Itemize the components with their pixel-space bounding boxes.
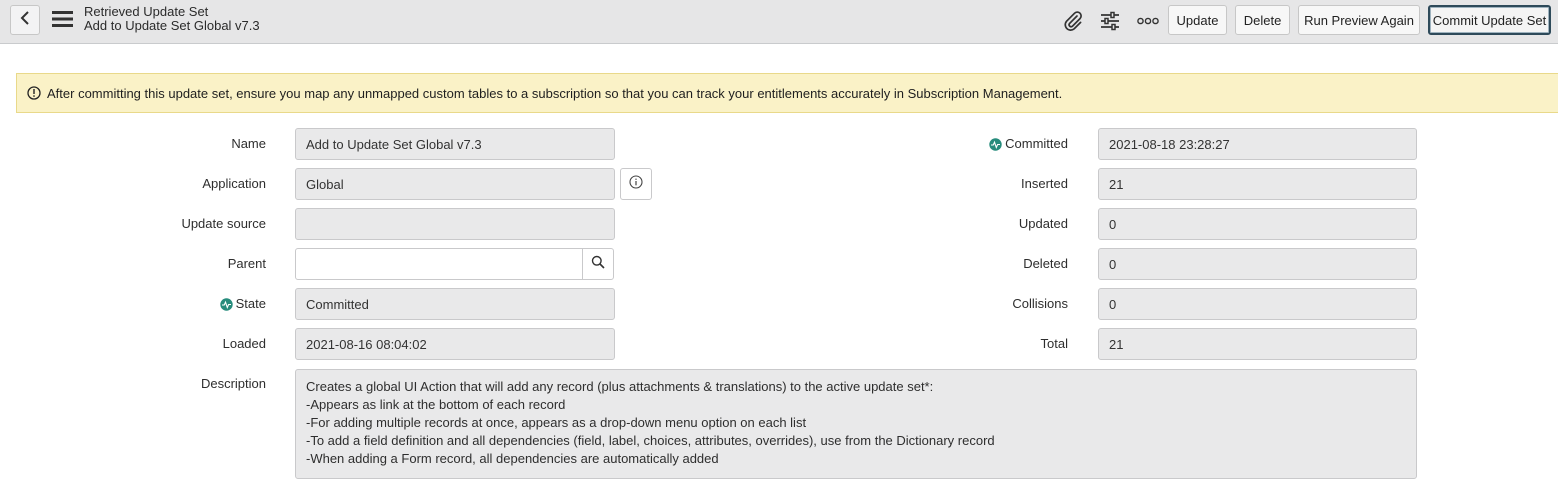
description-field: Creates a global UI Action that will add… bbox=[295, 369, 1417, 479]
back-button[interactable] bbox=[10, 5, 40, 35]
form-header: Retrieved Update Set Add to Update Set G… bbox=[0, 0, 1558, 44]
record-title-block: Retrieved Update Set Add to Update Set G… bbox=[84, 5, 260, 33]
description-line: -For adding multiple records at once, ap… bbox=[306, 415, 807, 430]
delete-button[interactable]: Delete bbox=[1235, 5, 1290, 35]
application-field: Global bbox=[295, 168, 615, 200]
deleted-field: 0 bbox=[1098, 248, 1417, 280]
search-icon bbox=[591, 255, 605, 274]
description-line: -Appears as link at the bottom of each r… bbox=[306, 397, 566, 412]
back-arrow-icon bbox=[19, 10, 31, 31]
state-field: Committed bbox=[295, 288, 615, 320]
record-type-label: Retrieved Update Set bbox=[84, 4, 209, 19]
run-preview-again-button[interactable]: Run Preview Again bbox=[1298, 5, 1420, 35]
update-source-label: Update source bbox=[181, 216, 266, 231]
update-source-field bbox=[295, 208, 615, 240]
total-label: Total bbox=[1040, 336, 1068, 351]
parent-input[interactable] bbox=[295, 248, 583, 280]
description-line: -To add a field definition and all depen… bbox=[306, 433, 995, 448]
loaded-field: 2021-08-16 08:04:02 bbox=[295, 328, 615, 360]
collisions-label: Collisions bbox=[1012, 296, 1068, 311]
info-banner: After committing this update set, ensure… bbox=[16, 73, 1558, 113]
inserted-label: Inserted bbox=[1021, 176, 1068, 191]
total-field: 21 bbox=[1098, 328, 1417, 360]
parent-lookup-button[interactable] bbox=[582, 248, 614, 280]
hamburger-menu-icon[interactable] bbox=[52, 10, 74, 28]
description-label: Description bbox=[200, 376, 266, 391]
record-name-label: Add to Update Set Global v7.3 bbox=[84, 18, 260, 33]
more-options-icon[interactable] bbox=[1136, 9, 1160, 33]
committed-label: Committed bbox=[818, 136, 1068, 152]
committed-field: 2021-08-18 23:28:27 bbox=[1098, 128, 1417, 160]
settings-sliders-icon[interactable] bbox=[1098, 9, 1122, 33]
application-info-button[interactable] bbox=[620, 168, 652, 200]
description-line: Creates a global UI Action that will add… bbox=[306, 379, 934, 394]
updated-field: 0 bbox=[1098, 208, 1417, 240]
name-label: Name bbox=[231, 136, 266, 151]
commit-update-set-button[interactable]: Commit Update Set bbox=[1428, 5, 1551, 35]
description-line: -When adding a Form record, all dependen… bbox=[306, 451, 719, 466]
inserted-field: 21 bbox=[1098, 168, 1417, 200]
deleted-label: Deleted bbox=[1023, 256, 1068, 271]
verified-icon bbox=[219, 297, 233, 311]
collisions-field: 0 bbox=[1098, 288, 1417, 320]
update-button[interactable]: Update bbox=[1168, 5, 1227, 35]
updated-label: Updated bbox=[1018, 216, 1068, 231]
loaded-label: Loaded bbox=[222, 336, 266, 351]
name-field: Add to Update Set Global v7.3 bbox=[295, 128, 615, 160]
info-circle-icon bbox=[629, 174, 643, 194]
parent-label: Parent bbox=[227, 256, 266, 271]
info-circle-icon bbox=[27, 86, 41, 100]
application-label: Application bbox=[202, 176, 266, 191]
state-label: State bbox=[16, 296, 266, 312]
banner-text: After committing this update set, ensure… bbox=[47, 85, 1063, 101]
paperclip-icon[interactable] bbox=[1061, 9, 1085, 33]
verified-icon bbox=[989, 137, 1002, 151]
